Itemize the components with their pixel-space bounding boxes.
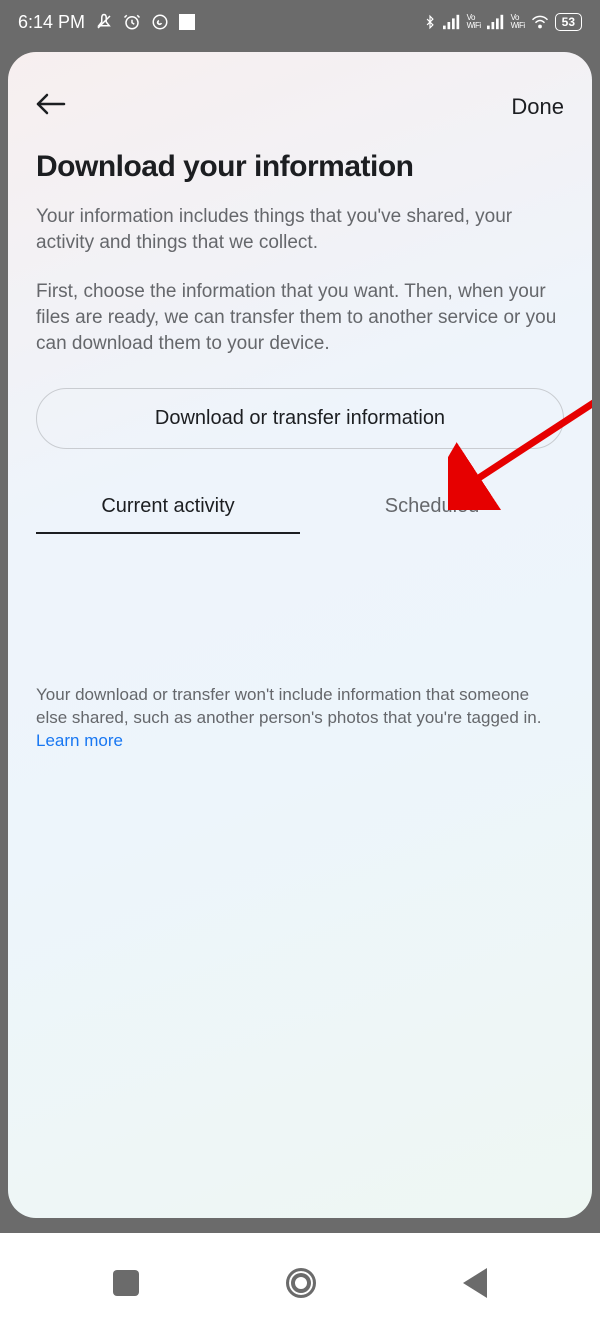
tab-current-activity[interactable]: Current activity bbox=[36, 483, 300, 534]
status-right: VoWiFi VoWiFi 53 bbox=[423, 13, 582, 31]
back-arrow-icon[interactable] bbox=[36, 92, 66, 122]
status-left: 6:14 PM bbox=[18, 12, 195, 33]
tab-bar: Current activity Scheduled bbox=[36, 483, 564, 534]
signal-bars-icon bbox=[443, 14, 461, 30]
tab-scheduled[interactable]: Scheduled bbox=[300, 483, 564, 534]
bluetooth-icon bbox=[423, 13, 437, 31]
alarm-icon bbox=[123, 13, 141, 31]
disclaimer-text: Your download or transfer won't include … bbox=[36, 684, 564, 753]
intro-paragraph-2: First, choose the information that you w… bbox=[36, 279, 564, 356]
android-nav-bar bbox=[0, 1233, 600, 1333]
signal-bars-icon bbox=[487, 14, 505, 30]
intro-paragraph-1: Your information includes things that yo… bbox=[36, 204, 564, 255]
learn-more-link[interactable]: Learn more bbox=[36, 731, 123, 750]
nav-recent-icon[interactable] bbox=[113, 1270, 139, 1296]
mute-icon bbox=[95, 13, 113, 31]
nav-back-icon[interactable] bbox=[463, 1268, 487, 1298]
clock-time: 6:14 PM bbox=[18, 12, 85, 33]
notification-placeholder-icon bbox=[179, 14, 195, 30]
vowifi-label: VoWiFi bbox=[467, 14, 481, 30]
done-button[interactable]: Done bbox=[511, 94, 564, 120]
battery-indicator: 53 bbox=[555, 13, 582, 31]
app-content-card: Done Download your information Your info… bbox=[8, 52, 592, 1218]
nav-home-icon[interactable] bbox=[286, 1268, 316, 1298]
wifi-icon bbox=[531, 15, 549, 29]
header-row: Done bbox=[36, 92, 564, 122]
disclaimer-body: Your download or transfer won't include … bbox=[36, 685, 541, 727]
page-title: Download your information bbox=[36, 150, 564, 184]
whatsapp-icon bbox=[151, 13, 169, 31]
android-status-bar: 6:14 PM VoWiFi VoWiFi 53 bbox=[0, 0, 600, 44]
download-transfer-button[interactable]: Download or transfer information bbox=[36, 388, 564, 449]
vowifi-label: VoWiFi bbox=[511, 14, 525, 30]
